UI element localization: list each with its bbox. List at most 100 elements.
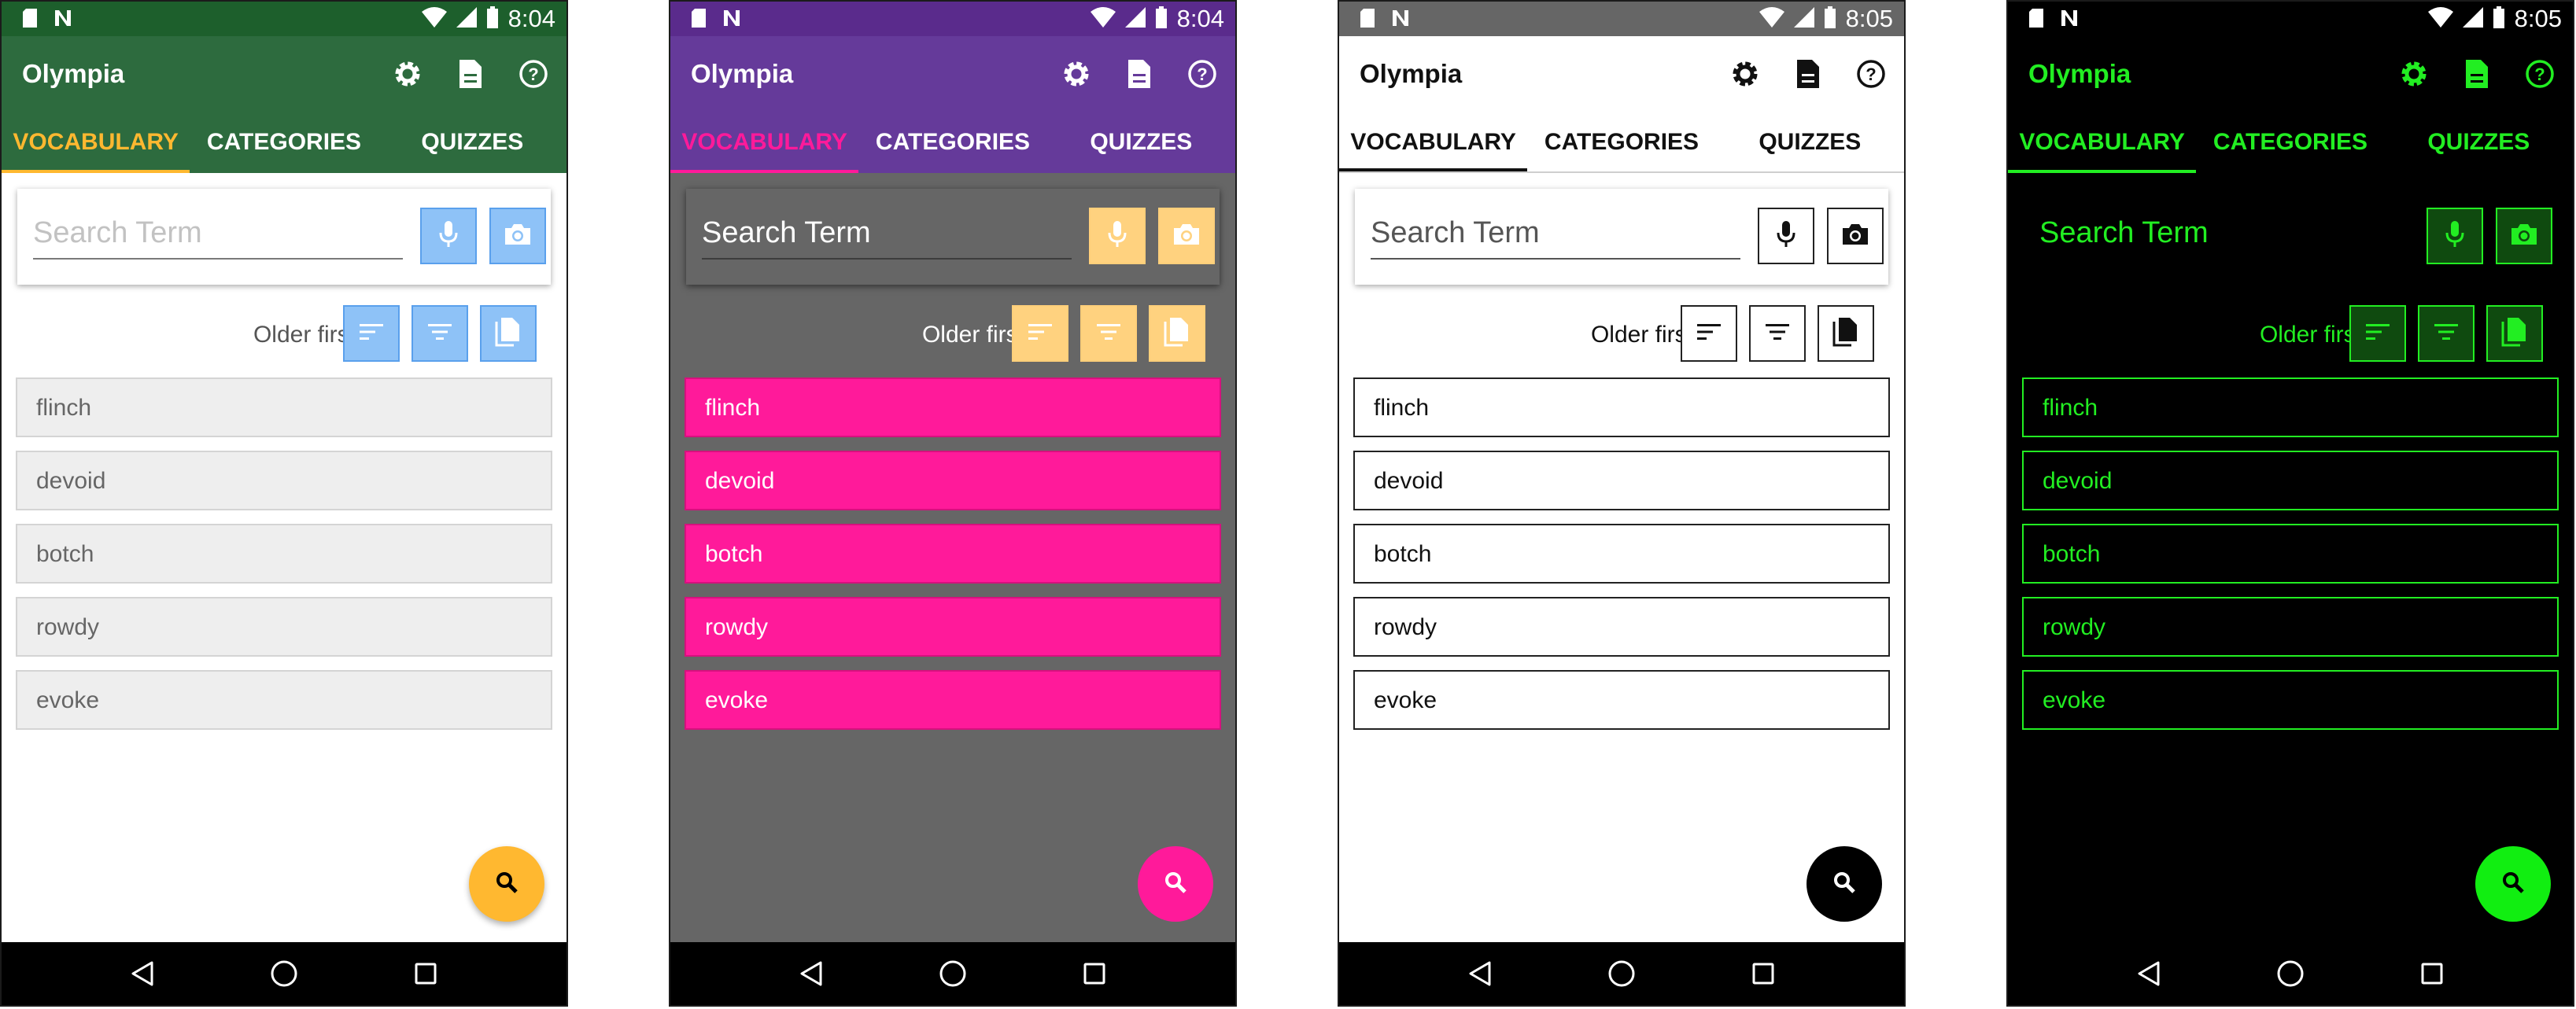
tab-categories[interactable]: CATEGORIES bbox=[858, 111, 1046, 173]
search-fab[interactable] bbox=[1138, 846, 1213, 922]
list-item[interactable]: flinch bbox=[16, 377, 552, 437]
camera-search-button[interactable] bbox=[1827, 208, 1884, 264]
tab-vocabulary[interactable]: VOCABULARY bbox=[670, 111, 859, 173]
list-item[interactable]: devoid bbox=[16, 451, 552, 510]
voice-search-button[interactable] bbox=[1089, 208, 1146, 264]
copy-files-icon bbox=[1832, 317, 1859, 351]
list-item[interactable]: rowdy bbox=[2022, 597, 2559, 657]
voice-search-button[interactable] bbox=[1758, 208, 1814, 264]
list-item[interactable]: flinch bbox=[1353, 377, 1890, 437]
sort-order-label: Older first bbox=[921, 322, 1024, 348]
search-input[interactable] bbox=[2039, 212, 2409, 253]
camera-search-button[interactable] bbox=[1158, 208, 1215, 264]
tab-quizzes[interactable]: QUIZZES bbox=[378, 111, 566, 173]
search-card bbox=[686, 189, 1220, 285]
document-icon[interactable] bbox=[2458, 55, 2496, 93]
settings-gear-icon[interactable] bbox=[1726, 55, 1764, 93]
home-nav-icon[interactable] bbox=[1602, 954, 1641, 993]
filter-button[interactable] bbox=[1749, 305, 1806, 362]
search-input[interactable] bbox=[33, 212, 403, 253]
status-clock: 8:04 bbox=[1176, 5, 1224, 32]
help-icon[interactable]: ? bbox=[1183, 55, 1221, 93]
settings-gear-icon[interactable] bbox=[1057, 55, 1095, 93]
document-icon[interactable] bbox=[452, 55, 489, 93]
tab-vocabulary[interactable]: VOCABULARY bbox=[2, 111, 190, 173]
recents-nav-icon[interactable] bbox=[2412, 954, 2452, 993]
tab-quizzes[interactable]: QUIZZES bbox=[1716, 111, 1904, 171]
sort-button[interactable] bbox=[2349, 305, 2406, 362]
list-item[interactable]: rowdy bbox=[16, 597, 552, 657]
copy-button[interactable] bbox=[2486, 305, 2543, 362]
search-underline bbox=[702, 258, 1072, 260]
list-item[interactable]: botch bbox=[1353, 524, 1890, 584]
svg-text:?: ? bbox=[2534, 64, 2545, 84]
copy-button[interactable] bbox=[1818, 305, 1874, 362]
list-item[interactable]: botch bbox=[16, 524, 552, 584]
filter-button[interactable] bbox=[2418, 305, 2475, 362]
list-item[interactable]: devoid bbox=[1353, 451, 1890, 510]
list-item[interactable]: rowdy bbox=[685, 597, 1221, 657]
tab-categories[interactable]: CATEGORIES bbox=[1527, 111, 1715, 171]
search-icon bbox=[2500, 870, 2526, 899]
tab-categories[interactable]: CATEGORIES bbox=[190, 111, 378, 173]
camera-search-button[interactable] bbox=[489, 208, 546, 264]
home-nav-icon[interactable] bbox=[2271, 954, 2310, 993]
tab-vocabulary[interactable]: VOCABULARY bbox=[2008, 111, 2197, 173]
tab-categories[interactable]: CATEGORIES bbox=[2196, 111, 2384, 173]
help-icon[interactable]: ? bbox=[2521, 55, 2559, 93]
home-nav-icon[interactable] bbox=[264, 954, 304, 993]
voice-search-button[interactable] bbox=[2427, 208, 2483, 264]
list-item[interactable]: devoid bbox=[2022, 451, 2559, 510]
signal-icon bbox=[2462, 6, 2483, 31]
copy-button[interactable] bbox=[480, 305, 537, 362]
list-item[interactable]: evoke bbox=[1353, 670, 1890, 730]
system-nav-bar bbox=[2, 942, 566, 1005]
settings-gear-icon[interactable] bbox=[389, 55, 426, 93]
sd-card-icon bbox=[2028, 9, 2044, 31]
home-nav-icon[interactable] bbox=[933, 954, 972, 993]
back-nav-icon[interactable] bbox=[123, 954, 162, 993]
document-icon[interactable] bbox=[1789, 55, 1827, 93]
list-item[interactable]: flinch bbox=[2022, 377, 2559, 437]
recents-nav-icon[interactable] bbox=[1075, 954, 1114, 993]
filter-button[interactable] bbox=[1080, 305, 1137, 362]
settings-gear-icon[interactable] bbox=[2395, 55, 2433, 93]
recents-nav-icon[interactable] bbox=[1744, 954, 1783, 993]
back-nav-icon[interactable] bbox=[1460, 954, 1500, 993]
voice-search-button[interactable] bbox=[420, 208, 477, 264]
wifi-icon bbox=[421, 6, 447, 31]
list-item[interactable]: evoke bbox=[16, 670, 552, 730]
list-item[interactable]: evoke bbox=[2022, 670, 2559, 730]
list-item[interactable]: rowdy bbox=[1353, 597, 1890, 657]
sort-button[interactable] bbox=[343, 305, 400, 362]
battery-icon bbox=[486, 6, 499, 32]
camera-search-button[interactable] bbox=[2496, 208, 2552, 264]
sort-order-label: Older first bbox=[2259, 322, 2362, 348]
search-fab[interactable] bbox=[2475, 846, 2551, 922]
back-nav-icon[interactable] bbox=[2129, 954, 2168, 993]
list-item[interactable]: botch bbox=[2022, 524, 2559, 584]
recents-nav-icon[interactable] bbox=[406, 954, 445, 993]
back-nav-icon[interactable] bbox=[792, 954, 831, 993]
sort-button[interactable] bbox=[1012, 305, 1068, 362]
tab-vocabulary[interactable]: VOCABULARY bbox=[1339, 111, 1528, 171]
tab-quizzes[interactable]: QUIZZES bbox=[1047, 111, 1235, 173]
tab-quizzes[interactable]: QUIZZES bbox=[2385, 111, 2573, 173]
list-item[interactable]: evoke bbox=[685, 670, 1221, 730]
search-input[interactable] bbox=[1371, 212, 1740, 253]
filter-button[interactable] bbox=[411, 305, 468, 362]
search-underline bbox=[1371, 258, 1740, 260]
search-underline bbox=[33, 258, 403, 260]
help-icon[interactable]: ? bbox=[515, 55, 552, 93]
list-item[interactable]: flinch bbox=[685, 377, 1221, 437]
search-fab[interactable] bbox=[469, 846, 544, 922]
document-icon[interactable] bbox=[1120, 55, 1158, 93]
copy-button[interactable] bbox=[1149, 305, 1205, 362]
sort-button[interactable] bbox=[1681, 305, 1737, 362]
help-icon[interactable]: ? bbox=[1852, 55, 1890, 93]
search-fab[interactable] bbox=[1807, 846, 1882, 922]
list-item[interactable]: botch bbox=[685, 524, 1221, 584]
search-input[interactable] bbox=[702, 212, 1072, 253]
list-item[interactable]: devoid bbox=[685, 451, 1221, 510]
vocabulary-panel: Older first flinch devoid botch rowdy ev… bbox=[1339, 173, 1904, 942]
